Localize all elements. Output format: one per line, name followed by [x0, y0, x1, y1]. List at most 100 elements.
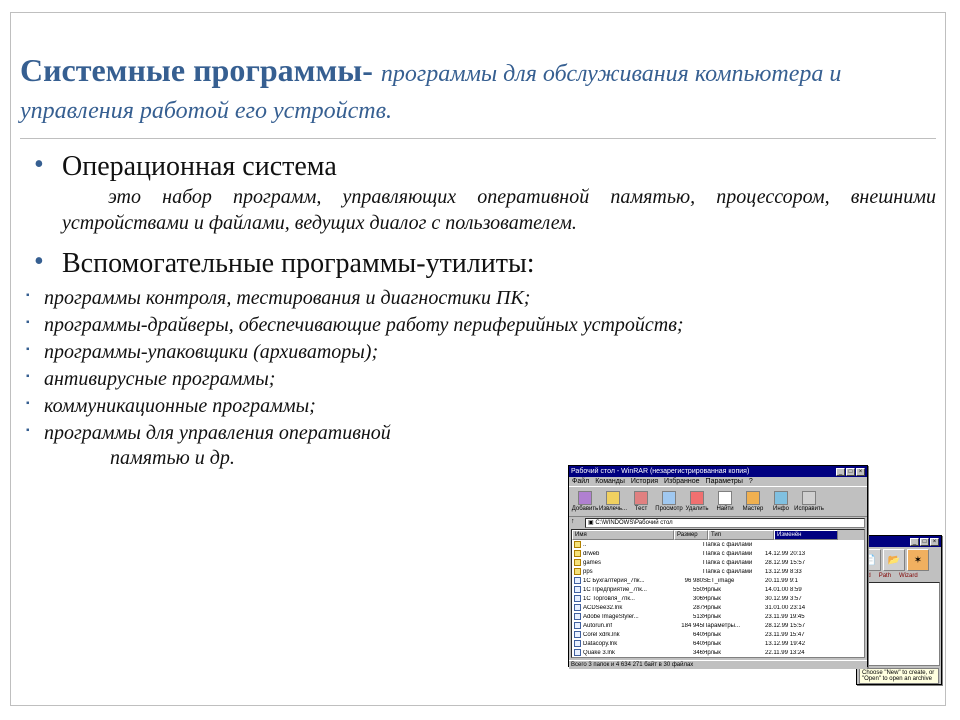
- cell-size: 346: [673, 650, 703, 656]
- file-row[interactable]: drwebПапка с файлами14.12.99 20:13: [572, 549, 864, 558]
- maximize-button[interactable]: □: [846, 468, 855, 476]
- win2-btn-wizard[interactable]: ✶: [907, 549, 929, 571]
- cell-name: ACDSee32.lnk: [583, 605, 673, 611]
- folder-icon: [574, 568, 581, 575]
- file-icon: [574, 631, 581, 638]
- embedded-screenshots: _ □ × 📄 📂 ✶ Add Path Wizard Choose "New"…: [568, 465, 948, 701]
- close-button[interactable]: ×: [856, 468, 865, 476]
- tb-find[interactable]: Найти: [711, 489, 739, 514]
- tb-repair[interactable]: Исправить: [795, 489, 823, 514]
- info-icon: [774, 491, 788, 505]
- win2-hint: Choose "New" to create, or "Open" to ope…: [859, 668, 939, 684]
- tb-extract[interactable]: Извлечь...: [599, 489, 627, 514]
- file-row[interactable]: Autorun.inf184 945Параметры...28.12.99 1…: [572, 621, 864, 630]
- view-icon: [662, 491, 676, 505]
- find-icon: [718, 491, 732, 505]
- tb-add[interactable]: Добавить: [571, 489, 599, 514]
- cell-size: 513: [673, 614, 703, 620]
- folder-icon: [574, 559, 581, 566]
- body-list-2: Вспомогательные программы-утилиты:: [20, 246, 936, 281]
- win2-titlebar[interactable]: _ □ ×: [857, 536, 941, 547]
- cell-size: 96 980: [673, 578, 703, 584]
- close-button[interactable]: ×: [930, 538, 939, 546]
- file-row[interactable]: Datacopy.lnk640Ярлык13.12.99 19:42: [572, 639, 864, 648]
- cell-name: ..: [583, 542, 673, 548]
- file-row[interactable]: 1С Предприятие_7пк...550Ярлык14.01.00 8:…: [572, 585, 864, 594]
- file-rows: .. Папка с файламиdrwebПапка с файлами14.…: [572, 540, 864, 657]
- tb-test[interactable]: Тест: [627, 489, 655, 514]
- sub-item: программы-упаковщики (архиваторы);: [20, 339, 800, 366]
- file-icon: [574, 604, 581, 611]
- menu-item[interactable]: Параметры: [706, 478, 743, 485]
- file-icon: [574, 595, 581, 602]
- cell-date: 28.12.99 15:57: [765, 560, 825, 566]
- minimize-button[interactable]: _: [910, 538, 919, 546]
- sub-item: программы для управления оперативной: [20, 420, 800, 447]
- file-icon: [574, 577, 581, 584]
- menu-item[interactable]: Избранное: [664, 478, 699, 485]
- cell-name: 1С Бухгалтерия_7пк...: [583, 578, 673, 584]
- sub-item: коммуникационные программы;: [20, 393, 800, 420]
- body-list: Операционная система: [20, 149, 936, 184]
- menu-item[interactable]: Команды: [595, 478, 625, 485]
- cell-name: 1С Торговля_7пк...: [583, 596, 673, 602]
- col-size[interactable]: Размер: [674, 530, 708, 540]
- file-row[interactable]: .. Папка с файлами: [572, 540, 864, 549]
- file-row[interactable]: gamesПапка с файлами28.12.99 15:57: [572, 558, 864, 567]
- file-row[interactable]: Corel xdrk.lnk640Ярлык23.11.99 15:47: [572, 630, 864, 639]
- delete-icon: [690, 491, 704, 505]
- file-row[interactable]: Adobe ImageStyler...513Ярлык23.11.99 19:…: [572, 612, 864, 621]
- win2-labels: Add Path Wizard: [857, 573, 941, 581]
- file-row[interactable]: 1С Торговля_7пк...306Ярлык30.12.99 3:57: [572, 594, 864, 603]
- col-type[interactable]: Тип: [708, 530, 774, 540]
- slide-content: Системные программы- программы для обслу…: [20, 22, 936, 470]
- cell-date: 23.11.99 15:47: [765, 632, 825, 638]
- win2-list[interactable]: [858, 582, 940, 666]
- up-button[interactable]: ↑: [571, 518, 583, 528]
- address-input[interactable]: ▣ C:\WINDOWS\Рабочий стол: [585, 518, 865, 528]
- win1-titlebar[interactable]: Рабочий стол - WinRAR (незарегистрирован…: [569, 466, 867, 477]
- file-row[interactable]: ppsПапка с файлами13.12.99 8:33: [572, 567, 864, 576]
- title-underline: [20, 138, 936, 139]
- cell-name: Corel xdrk.lnk: [583, 632, 673, 638]
- bullet-utils: Вспомогательные программы-утилиты:: [20, 246, 936, 281]
- maximize-button[interactable]: □: [920, 538, 929, 546]
- tb-view[interactable]: Просмотр: [655, 489, 683, 514]
- menu-item[interactable]: ?: [749, 478, 753, 485]
- tb-wizard[interactable]: Мастер: [739, 489, 767, 514]
- cell-date: 28.12.99 15:57: [765, 623, 825, 629]
- cell-date: 22.11.99 13:24: [765, 650, 825, 656]
- cell-name: 1С Предприятие_7пк...: [583, 587, 673, 593]
- win1-filelist[interactable]: Имя Размер Тип Изменён .. Папка с файлами…: [571, 529, 865, 658]
- cell-size: 184 945: [673, 623, 703, 629]
- win2-btn-2[interactable]: 📂: [883, 549, 905, 571]
- cell-type: Ярлык: [703, 596, 765, 602]
- cell-date: 30.12.99 3:57: [765, 596, 825, 602]
- file-row[interactable]: Quake 3.lnk346Ярлык22.11.99 13:24: [572, 648, 864, 657]
- cell-type: Ярлык: [703, 641, 765, 647]
- cell-date: 31.01.00 23:14: [765, 605, 825, 611]
- col-date[interactable]: Изменён: [774, 530, 838, 540]
- tb-delete[interactable]: Удалить: [683, 489, 711, 514]
- tb-info[interactable]: Инфо: [767, 489, 795, 514]
- sub-item: программы-драйверы, обеспечивающие работ…: [20, 312, 800, 339]
- file-row[interactable]: ACDSee32.lnk287Ярлык31.01.00 23:14: [572, 603, 864, 612]
- cell-size: 306: [673, 596, 703, 602]
- menu-item[interactable]: История: [631, 478, 658, 485]
- sub-item: программы контроля, тестирования и диагн…: [20, 285, 800, 312]
- file-row[interactable]: 1С Бухгалтерия_7пк...96 980SET_image20.1…: [572, 576, 864, 585]
- cell-type: Папка с файлами: [703, 542, 765, 548]
- books-icon: [578, 491, 592, 505]
- cell-type: Ярлык: [703, 650, 765, 656]
- title-bold: Системные программы-: [20, 52, 381, 88]
- folder-icon: [574, 541, 581, 548]
- menu-item[interactable]: Файл: [572, 478, 589, 485]
- bullet-os-heading: Операционная система: [62, 151, 337, 182]
- col-name[interactable]: Имя: [572, 530, 674, 540]
- cell-size: 550: [673, 587, 703, 593]
- minimize-button[interactable]: _: [836, 468, 845, 476]
- win1-title: Рабочий стол - WinRAR (незарегистрирован…: [571, 468, 749, 475]
- cell-name: games: [583, 560, 673, 566]
- test-icon: [634, 491, 648, 505]
- cell-type: Параметры...: [703, 623, 765, 629]
